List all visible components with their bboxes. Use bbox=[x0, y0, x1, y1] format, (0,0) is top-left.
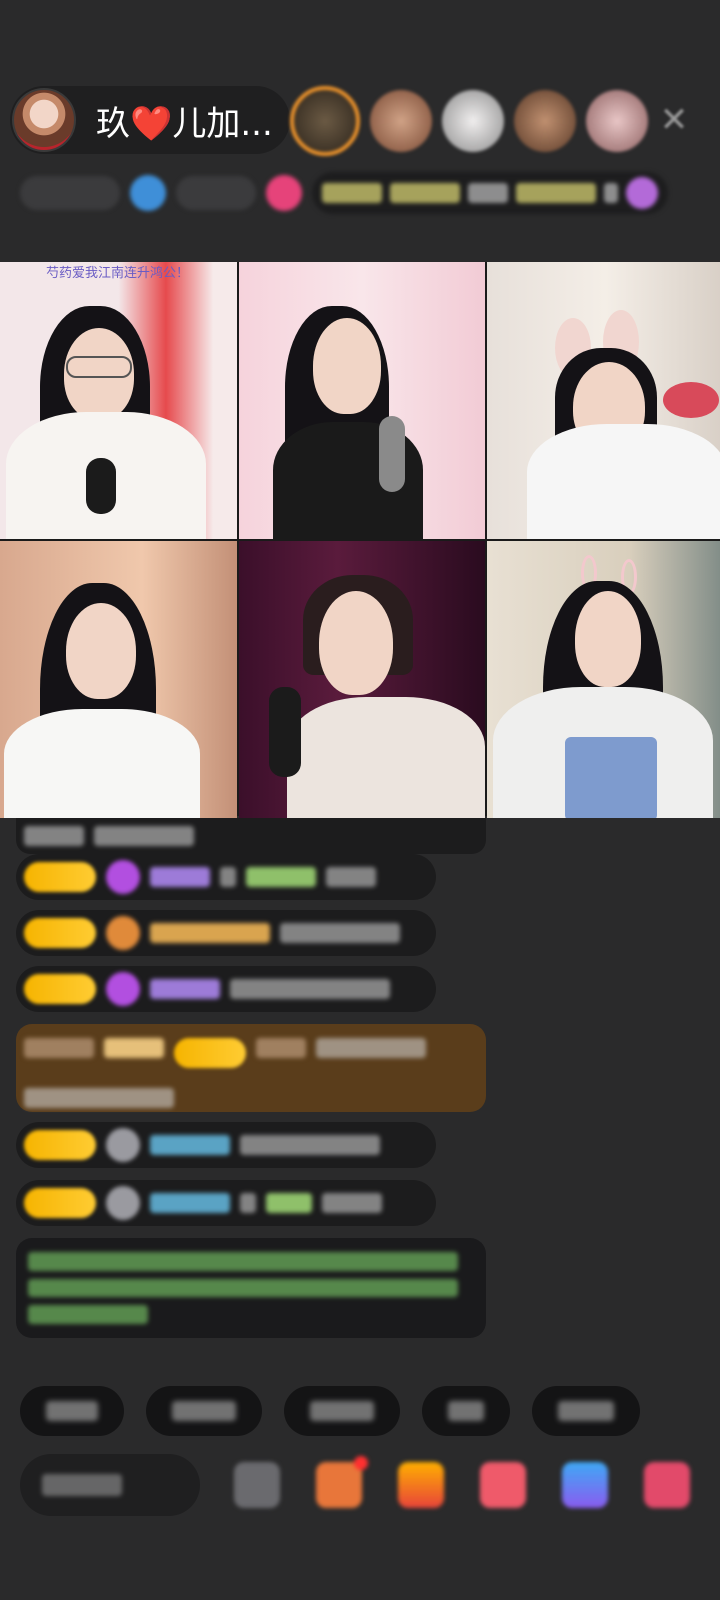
host-name: 玖❤️儿加... bbox=[96, 103, 273, 144]
rank-chip[interactable] bbox=[20, 176, 120, 210]
microphone-icon bbox=[379, 416, 405, 492]
chat-message bbox=[16, 854, 436, 900]
notification-dot bbox=[354, 1456, 368, 1470]
game-icon[interactable] bbox=[562, 1462, 608, 1508]
bottom-toolbar bbox=[20, 1454, 710, 1516]
host-avatar[interactable] bbox=[12, 88, 76, 152]
level-badge bbox=[24, 1188, 96, 1218]
more-menu-icon[interactable] bbox=[644, 1462, 690, 1508]
video-seat-3[interactable] bbox=[487, 262, 720, 539]
audience-avatars[interactable] bbox=[290, 86, 648, 156]
level-badge bbox=[24, 974, 96, 1004]
banner-text: 芍药爱我江南连升鸿公！ bbox=[46, 266, 190, 281]
viewer-avatar[interactable] bbox=[514, 90, 576, 152]
diamond-icon bbox=[106, 860, 140, 894]
badge-icon bbox=[130, 175, 166, 211]
viewer-avatar[interactable] bbox=[290, 86, 360, 156]
quick-reply-button[interactable] bbox=[284, 1386, 400, 1436]
quick-reply-button[interactable] bbox=[532, 1386, 640, 1436]
video-seat-4[interactable] bbox=[0, 541, 237, 818]
video-seat-2[interactable] bbox=[239, 262, 485, 539]
chat-message bbox=[16, 1180, 436, 1226]
heart-gift-icon[interactable] bbox=[480, 1462, 526, 1508]
fan-badge-icon bbox=[106, 916, 140, 950]
chat-message bbox=[16, 818, 486, 854]
flowers-decor bbox=[663, 382, 719, 418]
video-grid: 芍药爱我江南连升鸿公！ bbox=[0, 262, 720, 818]
user-avatar-icon bbox=[106, 1128, 140, 1162]
glasses-icon bbox=[66, 356, 132, 378]
quick-reply-button[interactable] bbox=[20, 1386, 124, 1436]
chat-message bbox=[16, 910, 436, 956]
chat-input[interactable] bbox=[20, 1454, 200, 1516]
diamond-icon bbox=[106, 972, 140, 1006]
video-seat-1[interactable]: 芍药爱我江南连升鸿公！ bbox=[0, 262, 237, 539]
microphone-icon bbox=[269, 687, 301, 777]
viewer-avatar[interactable] bbox=[442, 90, 504, 152]
host-info-pill[interactable]: 玖❤️儿加... bbox=[10, 86, 290, 154]
level-badge bbox=[24, 862, 96, 892]
level-badge bbox=[174, 1038, 246, 1068]
chat-message bbox=[16, 966, 436, 1012]
user-avatar-icon bbox=[106, 1186, 140, 1220]
chat-message bbox=[16, 1122, 436, 1168]
chat-message-highlighted bbox=[16, 1024, 486, 1112]
gift-box-icon[interactable] bbox=[316, 1456, 368, 1508]
shirt-print bbox=[565, 737, 657, 818]
popularity-chip[interactable] bbox=[176, 176, 256, 210]
quick-reply-button[interactable] bbox=[146, 1386, 262, 1436]
quick-reply-bar bbox=[20, 1386, 640, 1436]
system-notice bbox=[16, 1238, 486, 1338]
treasure-icon[interactable] bbox=[398, 1462, 444, 1508]
quick-reply-button[interactable] bbox=[422, 1386, 510, 1436]
close-icon[interactable]: ✕ bbox=[654, 100, 694, 140]
room-status-row bbox=[20, 172, 690, 214]
microphone-icon bbox=[86, 458, 116, 514]
viewer-avatar[interactable] bbox=[370, 90, 432, 152]
video-seat-5[interactable] bbox=[239, 541, 485, 818]
video-seat-6[interactable] bbox=[487, 541, 720, 818]
level-badge bbox=[24, 1130, 96, 1160]
level-badge bbox=[24, 918, 96, 948]
emoji-icon[interactable] bbox=[234, 1462, 280, 1508]
ticker-icon bbox=[626, 177, 658, 209]
viewer-avatar[interactable] bbox=[586, 90, 648, 152]
gift-icon[interactable] bbox=[266, 175, 302, 211]
announcement-ticker[interactable] bbox=[312, 172, 668, 214]
